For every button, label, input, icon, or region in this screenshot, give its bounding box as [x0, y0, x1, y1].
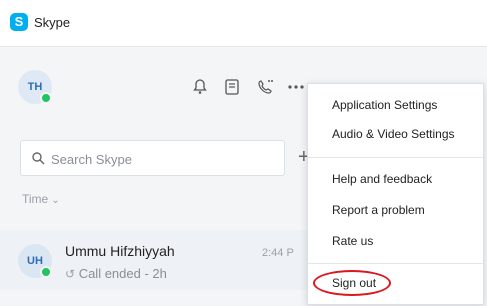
title-bar: S Skype — [0, 0, 487, 47]
menu-item-application-settings[interactable]: Application Settings — [332, 98, 437, 112]
bell-icon[interactable] — [190, 77, 210, 97]
menu-divider — [308, 157, 483, 158]
menu-item-audio-video-settings[interactable]: Audio & Video Settings — [332, 127, 455, 141]
dial-pad-icon[interactable] — [255, 77, 275, 97]
menu-divider — [308, 263, 483, 264]
conversation-status: ↺ Call ended - 2h — [65, 266, 167, 281]
contacts-icon[interactable] — [222, 77, 242, 97]
online-status-dot — [40, 266, 52, 278]
online-status-dot — [40, 92, 52, 104]
menu-item-help-feedback[interactable]: Help and feedback — [332, 172, 432, 186]
search-icon — [31, 151, 45, 170]
app-title: Skype — [34, 15, 71, 30]
call-icon: ↺ — [65, 267, 76, 281]
skype-logo: S — [10, 13, 28, 31]
more-icon[interactable] — [286, 80, 306, 100]
conversation-initials: UH — [27, 255, 43, 267]
conversation-avatar[interactable]: UH — [18, 244, 52, 278]
menu-item-report-problem[interactable]: Report a problem — [332, 203, 425, 217]
conversation-time: 2:44 P — [262, 247, 294, 259]
time-filter[interactable]: Time ⌄ — [22, 192, 60, 206]
conversation-name: Ummu Hifzhiyyah — [65, 243, 175, 259]
chevron-down-icon: ⌄ — [51, 195, 60, 206]
menu-item-rate-us[interactable]: Rate us — [332, 234, 373, 248]
profile-avatar[interactable]: TH — [18, 70, 52, 104]
sign-out-highlight — [313, 270, 391, 296]
time-filter-label: Time — [22, 192, 49, 206]
profile-initials: TH — [27, 81, 43, 93]
search-input[interactable] — [49, 148, 273, 170]
search-box[interactable] — [20, 140, 285, 176]
